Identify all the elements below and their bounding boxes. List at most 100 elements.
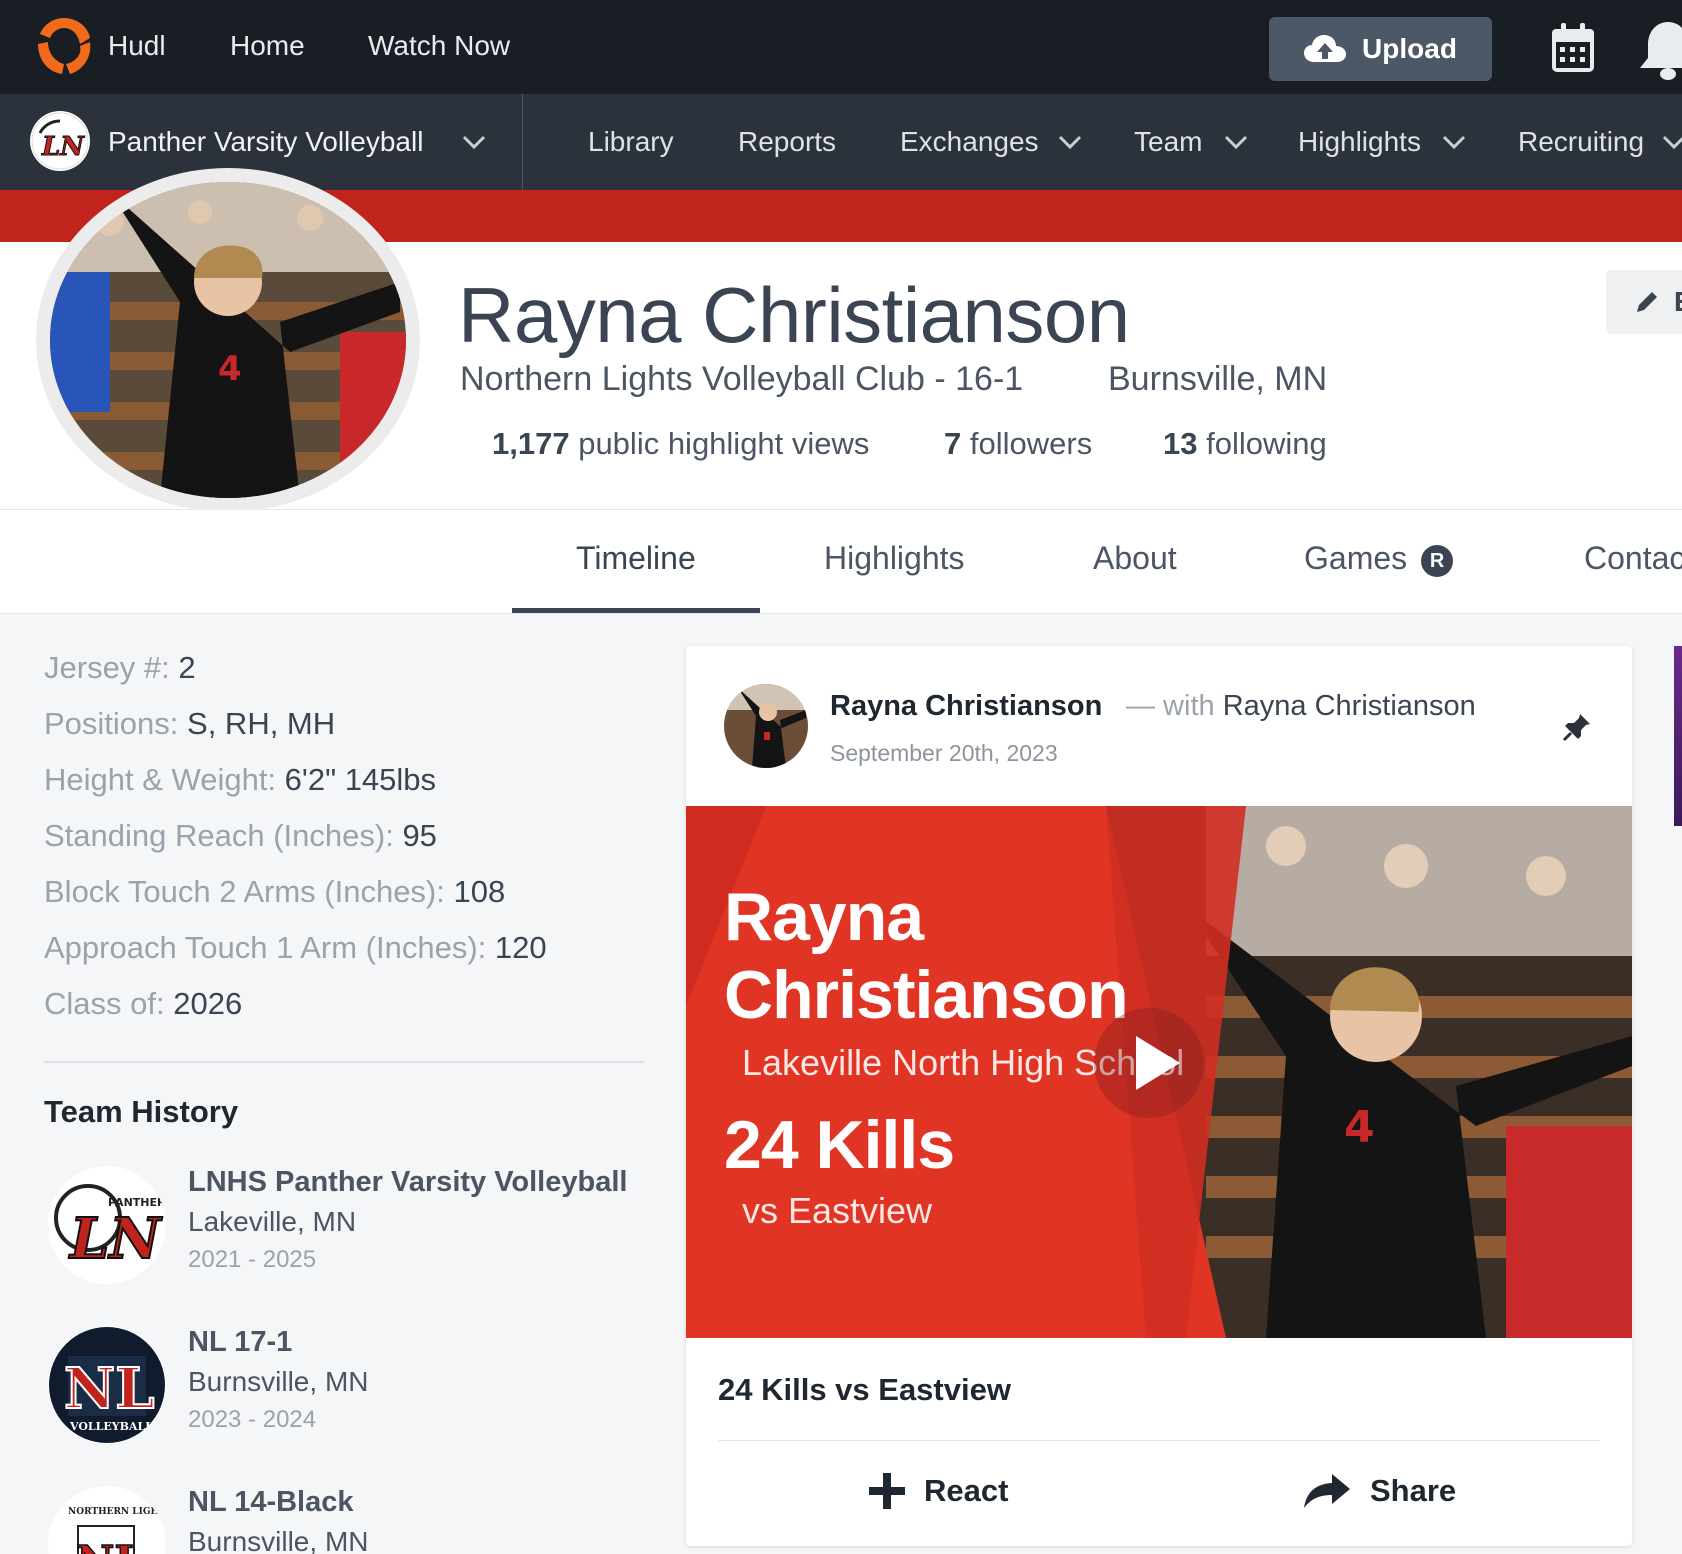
upload-label: Upload bbox=[1362, 33, 1457, 64]
attr-height-weight: Height & Weight: 6'2" 145lbs bbox=[44, 762, 437, 797]
team-history-title: Team History bbox=[44, 1094, 239, 1129]
play-icon bbox=[1136, 1036, 1180, 1090]
team-chevron-icon[interactable] bbox=[1224, 134, 1248, 150]
tagged-user-link[interactable]: Rayna Christianson bbox=[1223, 690, 1476, 722]
stat-highlight-views: 1,177 public highlight views bbox=[492, 426, 870, 461]
stat-following[interactable]: 13 following bbox=[1163, 426, 1327, 462]
nav-exchanges[interactable]: Exchanges bbox=[900, 126, 1039, 158]
team-location: Burnsville, MN bbox=[188, 1366, 369, 1397]
calendar-icon[interactable] bbox=[1550, 22, 1596, 74]
play-button[interactable] bbox=[1094, 1008, 1204, 1118]
highlight-video[interactable]: 4 Rayna Christianson Lakeville North Hig… bbox=[686, 806, 1632, 1338]
attr-block-touch: Block Touch 2 Arms (Inches): 108 bbox=[44, 874, 506, 909]
jersey-number: 4 bbox=[218, 349, 242, 389]
timeline-post-card: Rayna Christianson — with Rayna Christia… bbox=[686, 646, 1632, 1546]
nl-logo: NL VOLLEYBALL bbox=[48, 1326, 166, 1444]
player-photo: 4 bbox=[50, 182, 406, 498]
nav-reports[interactable]: Reports bbox=[738, 126, 836, 158]
post-author-name[interactable]: Rayna Christianson bbox=[830, 690, 1102, 723]
nav-library[interactable]: Library bbox=[588, 126, 674, 158]
plus-icon bbox=[869, 1473, 905, 1509]
games-badge: R bbox=[1421, 544, 1454, 577]
ln-logo-mark: LN bbox=[68, 1206, 162, 1272]
post-title[interactable]: 24 Kills vs Eastview bbox=[718, 1372, 1011, 1408]
team-years: 2023 - 2024 bbox=[188, 1406, 317, 1433]
volleyball-mark: VOLLEYBALL bbox=[69, 1420, 153, 1433]
team-switcher-name[interactable]: Panther Varsity Volleyball bbox=[108, 126, 423, 158]
video-jersey-number: 4 bbox=[1344, 1102, 1375, 1153]
section-divider bbox=[44, 1061, 644, 1063]
nl-mark: NL bbox=[64, 1356, 155, 1422]
edit-profile-button[interactable]: E bbox=[1606, 270, 1682, 334]
northern-lights-logo-icon: NORTHERN LIGHTS NL bbox=[49, 1487, 166, 1554]
panthers-ln-logo-icon: PANTHERS LN bbox=[49, 1167, 166, 1283]
hudl-logo-icon[interactable] bbox=[32, 14, 96, 78]
active-tab-indicator bbox=[512, 608, 760, 613]
team-history-item[interactable]: NORTHERN LIGHTS NL NL 14-Black Burnsvill… bbox=[48, 1486, 648, 1554]
share-label: Share bbox=[1370, 1473, 1457, 1508]
nav-recruiting[interactable]: Recruiting bbox=[1518, 126, 1644, 158]
author-photo bbox=[724, 684, 808, 768]
tab-about[interactable]: About bbox=[1093, 540, 1177, 577]
player-location: Burnsville, MN bbox=[1108, 360, 1328, 398]
tab-contact[interactable]: Contac bbox=[1584, 540, 1682, 577]
post-author-avatar[interactable] bbox=[724, 684, 808, 768]
team-name: NL 17-1 bbox=[188, 1326, 293, 1358]
player-name: Rayna Christianson bbox=[458, 271, 1130, 359]
highlights-chevron-icon[interactable] bbox=[1442, 134, 1466, 150]
notification-bell-icon[interactable] bbox=[1638, 18, 1682, 82]
tab-highlights[interactable]: Highlights bbox=[824, 540, 965, 577]
attr-jersey: Jersey #: 2 bbox=[44, 650, 196, 685]
panthers-logo-icon: LN bbox=[31, 112, 89, 170]
recruiting-chevron-icon[interactable] bbox=[1662, 134, 1682, 150]
team-history-item[interactable]: PANTHERS LN LNHS Panther Varsity Volleyb… bbox=[48, 1166, 648, 1296]
team-logo[interactable]: LN bbox=[30, 111, 90, 171]
nav-highlights[interactable]: Highlights bbox=[1298, 126, 1421, 158]
hudl-brand-link[interactable]: Hudl bbox=[108, 30, 166, 62]
northern-lights-mark: NORTHERN LIGHTS bbox=[68, 1507, 166, 1517]
attr-approach-touch: Approach Touch 1 Arm (Inches): 120 bbox=[44, 930, 547, 965]
attr-class-of: Class of: 2026 bbox=[44, 986, 243, 1021]
ln-mark: LN bbox=[41, 132, 85, 162]
tab-games[interactable]: Games R bbox=[1304, 540, 1454, 577]
nav-team[interactable]: Team bbox=[1134, 126, 1202, 158]
card-divider bbox=[718, 1440, 1600, 1441]
video-stat: 24 Kills bbox=[724, 1107, 955, 1183]
profile-avatar: 4 bbox=[36, 168, 420, 512]
nav-watch-now-link[interactable]: Watch Now bbox=[368, 30, 510, 62]
post-tagged: — with Rayna Christianson bbox=[1126, 690, 1476, 722]
video-first-name: Rayna bbox=[724, 879, 924, 955]
pin-icon[interactable] bbox=[1562, 712, 1592, 742]
nav-divider bbox=[522, 94, 523, 190]
team-location: Burnsville, MN bbox=[188, 1526, 369, 1554]
video-last-name: Christianson bbox=[724, 957, 1129, 1033]
share-button[interactable]: Share bbox=[1302, 1472, 1456, 1510]
attr-positions: Positions: S, RH, MH bbox=[44, 706, 336, 741]
cloud-upload-icon bbox=[1304, 35, 1347, 62]
pencil-icon bbox=[1637, 292, 1657, 312]
team-name: LNHS Panther Varsity Volleyball bbox=[188, 1166, 628, 1198]
team-location: Lakeville, MN bbox=[188, 1206, 357, 1237]
nl-mark: NL bbox=[76, 1537, 144, 1554]
team-history-item[interactable]: NL VOLLEYBALL NL 17-1 Burnsville, MN 202… bbox=[48, 1326, 648, 1456]
react-label: React bbox=[924, 1473, 1009, 1508]
stat-followers[interactable]: 7 followers bbox=[944, 426, 1092, 462]
edit-label: E bbox=[1674, 286, 1682, 318]
post-date: September 20th, 2023 bbox=[830, 740, 1058, 766]
player-team-record[interactable]: Northern Lights Volleyball Club - 16-1 bbox=[460, 360, 1023, 399]
react-button[interactable]: React bbox=[868, 1472, 1008, 1510]
top-bar: Hudl Home Watch Now Upload bbox=[0, 0, 1682, 94]
side-ad-strip bbox=[1674, 646, 1682, 826]
team-years: 2021 - 2025 bbox=[188, 1246, 317, 1273]
profile-tabs: Timeline Highlights About Games R Contac bbox=[0, 510, 1682, 614]
team-name: NL 14-Black bbox=[188, 1486, 354, 1518]
upload-button[interactable]: Upload bbox=[1269, 17, 1492, 81]
share-arrow-icon bbox=[1304, 1474, 1350, 1508]
exchanges-chevron-icon[interactable] bbox=[1058, 134, 1082, 150]
attr-standing-reach: Standing Reach (Inches): 95 bbox=[44, 818, 437, 853]
tab-timeline[interactable]: Timeline bbox=[576, 540, 696, 577]
nl-black-logo: NORTHERN LIGHTS NL bbox=[48, 1486, 166, 1554]
nl-volleyball-logo-icon: NL VOLLEYBALL bbox=[49, 1327, 165, 1443]
nav-home-link[interactable]: Home bbox=[230, 30, 305, 62]
team-switcher-chevron-icon[interactable] bbox=[462, 134, 486, 150]
